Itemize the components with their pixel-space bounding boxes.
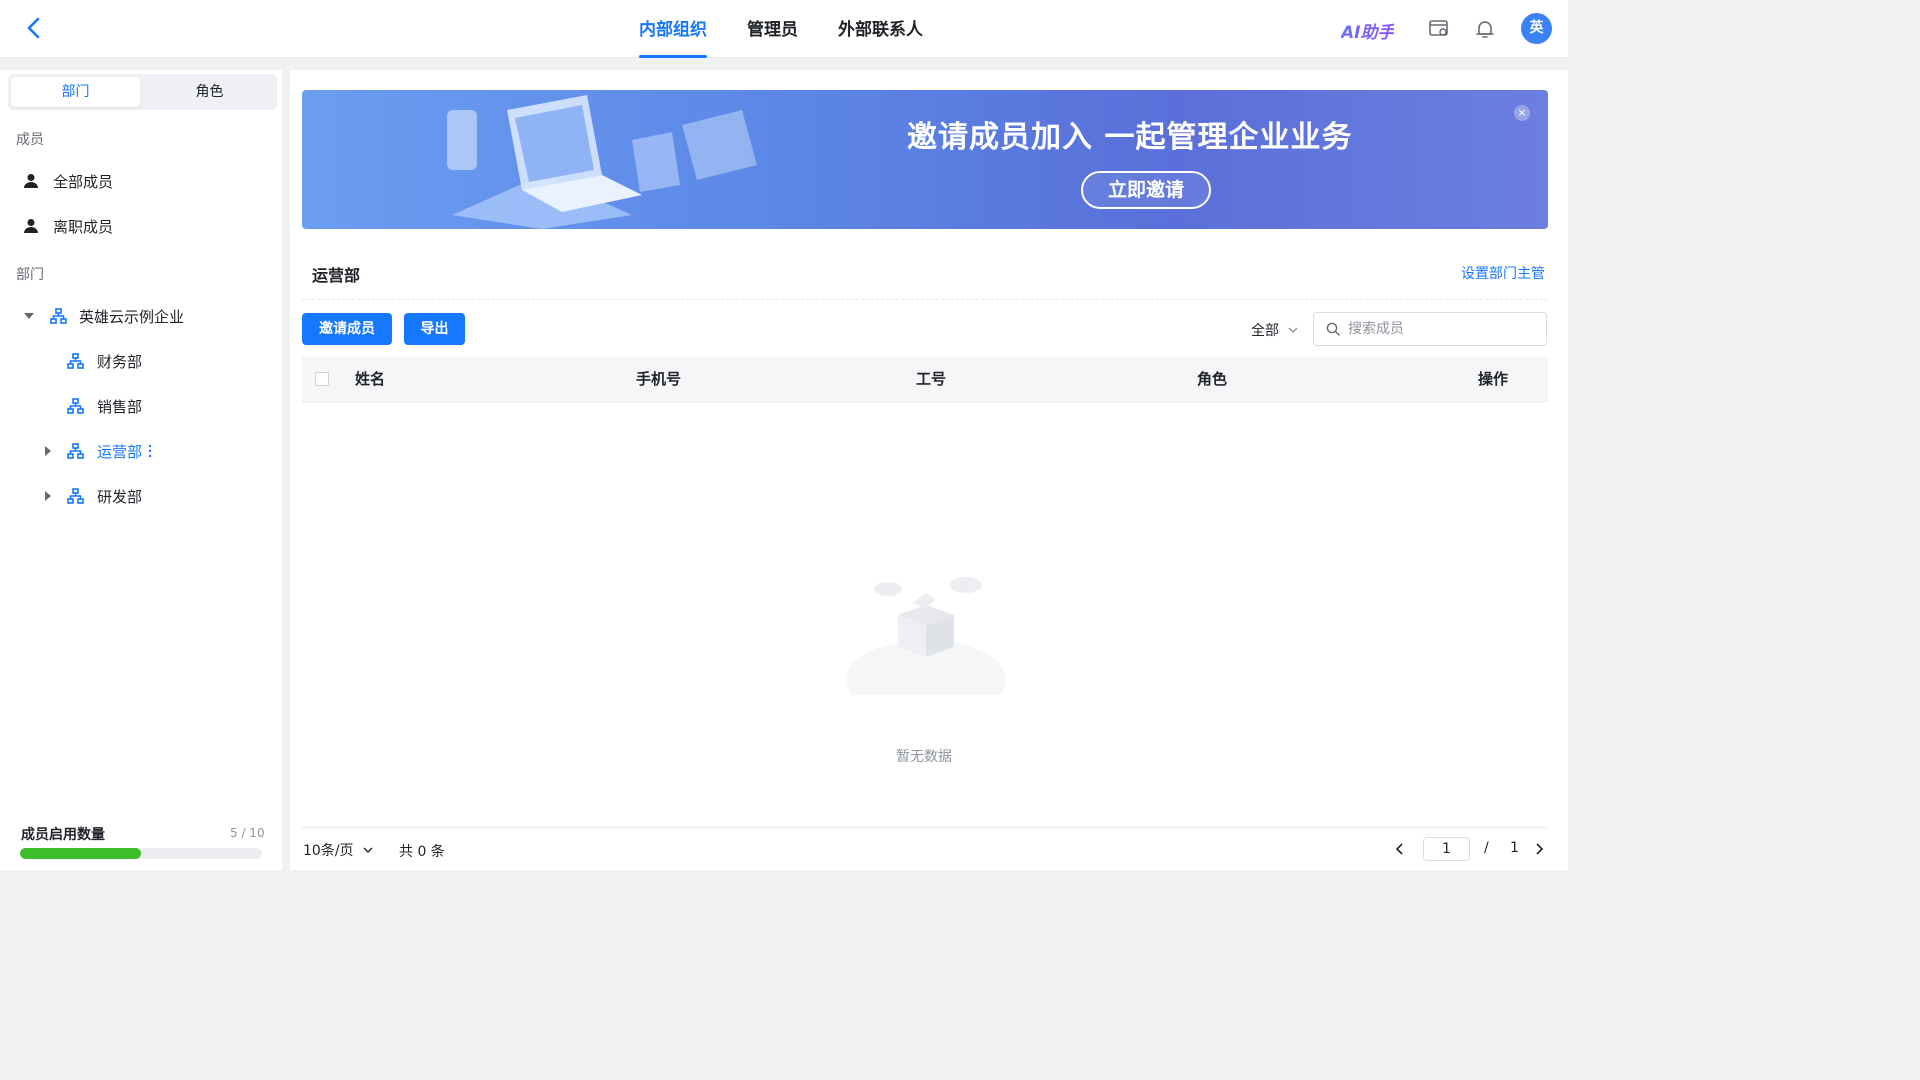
- total-pages: 1: [1510, 840, 1519, 856]
- ai-helper-button[interactable]: AI助手: [1341, 18, 1394, 43]
- sidebar: 部门 角色 成员 全部成员 离职成员 部门 英雄云示例企业 财务部 销售部 运营…: [0, 70, 282, 870]
- sidebar-item-label: 全部成员: [53, 172, 114, 191]
- column-header-phone: 手机号: [636, 370, 682, 388]
- org-chart-icon: [50, 307, 67, 324]
- invite-banner: 邀请成员加入 一起管理企业业务 立即邀请 ×: [302, 90, 1548, 229]
- chevron-down-icon: [363, 847, 373, 853]
- quota-count: 5 / 10: [230, 826, 265, 840]
- tab-internal-organization[interactable]: 内部组织: [639, 0, 707, 58]
- tree-node-label: 研发部: [97, 487, 143, 506]
- tree-node-root[interactable]: 英雄云示例企业: [0, 296, 282, 336]
- column-header-employee-id: 工号: [916, 370, 947, 388]
- column-header-role: 角色: [1197, 370, 1228, 388]
- caret-right-icon[interactable]: [42, 445, 54, 457]
- chevron-left-icon[interactable]: [1393, 842, 1407, 856]
- invite-now-button[interactable]: 立即邀请: [1081, 171, 1211, 209]
- page-size-select[interactable]: 10条/页: [303, 840, 374, 860]
- chevron-down-icon: [1288, 327, 1298, 333]
- department-title: 运营部: [312, 266, 361, 285]
- export-button[interactable]: 导出: [404, 313, 465, 345]
- tab-external-contacts[interactable]: 外部联系人: [838, 0, 923, 58]
- invite-member-button[interactable]: 邀请成员: [302, 313, 392, 345]
- tree-node-operations[interactable]: 运营部: [0, 431, 282, 471]
- tree-node-label: 英雄云示例企业: [79, 307, 185, 326]
- search-icon: [1326, 322, 1340, 336]
- back-arrow-icon[interactable]: [20, 14, 48, 42]
- tree-node-rnd[interactable]: 研发部: [0, 476, 282, 516]
- org-chart-icon: [67, 397, 84, 414]
- page-separator: /: [1484, 840, 1489, 856]
- select-all-checkbox[interactable]: [315, 372, 329, 386]
- tree-node-label: 运营部: [97, 442, 143, 461]
- org-chart-icon: [67, 442, 84, 459]
- set-department-manager-link[interactable]: 设置部门主管: [1461, 263, 1545, 283]
- page-size-value: 10条/页: [303, 843, 354, 859]
- divider: [302, 299, 1548, 300]
- top-tabs: 内部组织 管理员 外部联系人: [639, 0, 963, 58]
- tab-administrators[interactable]: 管理员: [747, 0, 798, 58]
- more-vertical-icon[interactable]: [147, 444, 153, 458]
- main-panel: 邀请成员加入 一起管理企业业务 立即邀请 × 运营部 设置部门主管 邀请成员 导…: [290, 70, 1568, 870]
- org-chart-icon: [67, 487, 84, 504]
- segment-switch: 部门 角色: [8, 74, 277, 110]
- tree-node-sales[interactable]: 销售部: [0, 386, 282, 426]
- person-icon: [24, 219, 38, 233]
- sidebar-item-departed-members[interactable]: 离职成员: [0, 206, 282, 246]
- tree-node-finance[interactable]: 财务部: [0, 341, 282, 381]
- column-header-actions: 操作: [1478, 370, 1509, 388]
- total-count: 共 0 条: [399, 844, 445, 860]
- caret-right-icon[interactable]: [42, 490, 54, 502]
- sidebar-item-label: 离职成员: [53, 217, 114, 236]
- chevron-right-icon[interactable]: [1532, 842, 1546, 856]
- members-section-title: 成员: [16, 132, 44, 148]
- quota-label: 成员启用数量: [21, 827, 105, 843]
- segment-roles[interactable]: 角色: [145, 77, 274, 107]
- page-number-input[interactable]: [1423, 837, 1470, 861]
- quota-progress-fill: [20, 848, 141, 859]
- bell-icon[interactable]: [1473, 17, 1497, 41]
- segment-departments[interactable]: 部门: [11, 77, 140, 107]
- quota-progress-bar: [20, 848, 262, 859]
- empty-box-illustration: [846, 577, 1006, 695]
- filter-value: 全部: [1251, 323, 1279, 339]
- close-icon[interactable]: ×: [1514, 105, 1530, 121]
- empty-state-text: 暂无数据: [896, 749, 952, 765]
- laptop-illustration: [447, 95, 757, 229]
- table-header: 姓名 手机号 工号 角色 操作: [302, 357, 1548, 402]
- status-filter-select[interactable]: 全部: [1251, 320, 1299, 340]
- column-header-name: 姓名: [355, 370, 386, 388]
- app-settings-icon[interactable]: [1427, 17, 1451, 41]
- departments-section-title: 部门: [16, 267, 44, 283]
- banner-title: 邀请成员加入 一起管理企业业务: [907, 120, 1353, 155]
- search-input[interactable]: [1348, 321, 1528, 337]
- tree-node-label: 销售部: [97, 397, 143, 416]
- person-icon: [24, 174, 38, 188]
- top-bar: 内部组织 管理员 外部联系人 AI助手 英: [0, 0, 1568, 58]
- search-box: [1313, 312, 1547, 346]
- caret-down-icon[interactable]: [23, 310, 35, 322]
- org-chart-icon: [67, 352, 84, 369]
- avatar[interactable]: 英: [1521, 13, 1552, 44]
- footer-divider: [302, 827, 1548, 828]
- tree-node-label: 财务部: [97, 352, 143, 371]
- sidebar-item-all-members[interactable]: 全部成员: [0, 161, 282, 201]
